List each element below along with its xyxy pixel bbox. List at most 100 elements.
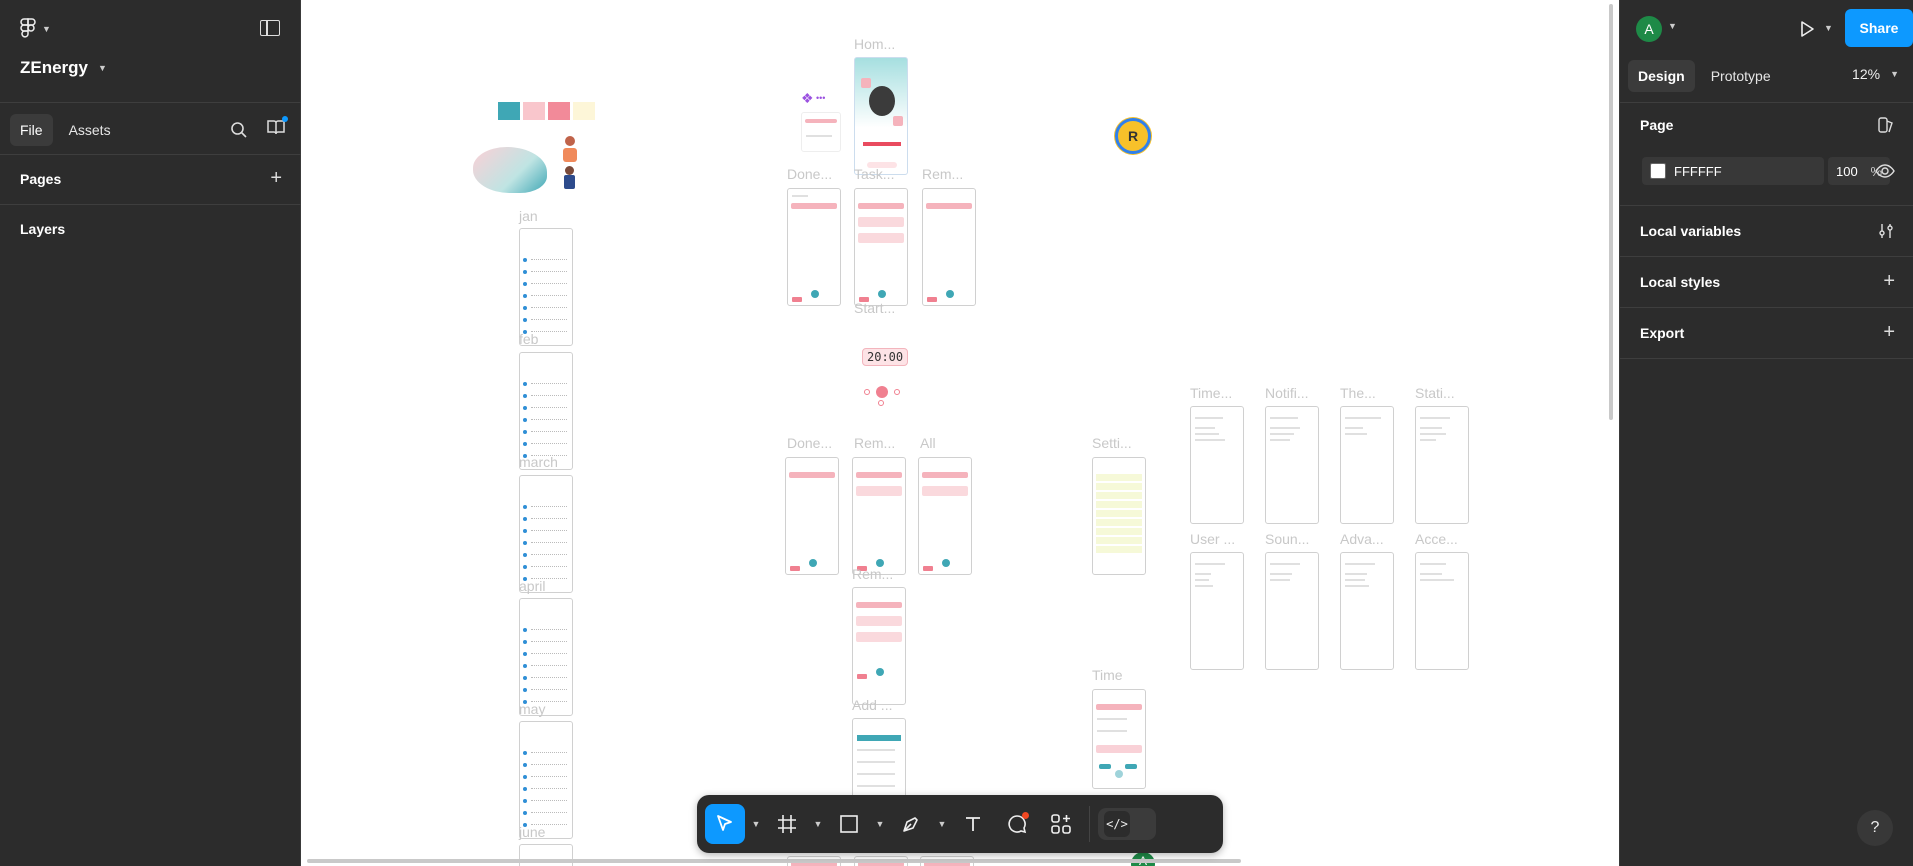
eye-visibility-icon[interactable] (1875, 163, 1895, 179)
reminder-frame[interactable] (922, 188, 976, 306)
reminder-frame-2[interactable] (852, 457, 906, 575)
start-frame[interactable]: 20:00 (854, 322, 909, 412)
frame-label-statistics[interactable]: Stati... (1415, 385, 1455, 401)
library-button[interactable] (266, 116, 288, 141)
frame-label-start[interactable]: Start... (854, 300, 895, 316)
move-tool-button[interactable] (705, 804, 745, 844)
collaborator-avatar-r[interactable]: R (1115, 118, 1151, 154)
all-tasks-frame[interactable] (918, 457, 972, 575)
pen-tool-button[interactable] (891, 804, 931, 844)
reminder-frame-3[interactable] (852, 587, 906, 705)
page-styles-icon[interactable] (1877, 116, 1895, 134)
calendar-march-frame[interactable] (519, 475, 573, 593)
user-frame[interactable] (1190, 552, 1244, 670)
frame-label-april[interactable]: april (519, 578, 545, 594)
page-color-field[interactable]: FFFFFF (1642, 157, 1824, 185)
frame-label-theme[interactable]: The... (1340, 385, 1376, 401)
local-variables-title[interactable]: Local variables (1640, 223, 1741, 239)
color-swatch[interactable] (498, 102, 520, 120)
advanced-frame[interactable] (1340, 552, 1394, 670)
theme-frame[interactable] (1340, 406, 1394, 524)
tab-prototype[interactable]: Prototype (1701, 60, 1781, 92)
tab-assets[interactable]: Assets (59, 114, 121, 146)
search-icon[interactable] (230, 121, 248, 139)
frame-label-sound[interactable]: Soun... (1265, 531, 1309, 547)
frame-label-accessibility[interactable]: Acce... (1415, 531, 1458, 547)
settings-frame[interactable] (1092, 457, 1146, 575)
frame-label-may[interactable]: may (519, 701, 545, 717)
color-chip[interactable] (1650, 163, 1666, 179)
frame-label-jan[interactable]: jan (519, 208, 538, 224)
frame-label-task[interactable]: Task... (854, 166, 894, 182)
frame-label-add[interactable]: Add ... (852, 697, 892, 713)
project-name-menu[interactable]: ZEnergy ▼ (20, 58, 107, 78)
actions-tool-button[interactable] (1041, 804, 1081, 844)
component-frame[interactable] (801, 112, 841, 152)
tab-file[interactable]: File (10, 114, 53, 146)
help-question-icon[interactable]: ? (1857, 810, 1893, 846)
design-canvas[interactable]: ❖ ••• Hom... Done... Task... Rem... Star… (301, 0, 1619, 866)
calendar-may-frame[interactable] (519, 721, 573, 839)
done-frame[interactable] (787, 188, 841, 306)
frame-label-march[interactable]: march (519, 454, 558, 470)
color-swatch[interactable] (573, 102, 595, 120)
color-swatch[interactable] (523, 102, 545, 120)
done-frame-2[interactable] (785, 457, 839, 575)
vertical-scrollbar[interactable] (1609, 4, 1613, 420)
add-style-plus-icon[interactable]: + (1883, 271, 1895, 291)
add-page-plus-icon[interactable]: + (270, 168, 282, 188)
frame-label-feb[interactable]: feb (519, 331, 538, 347)
frame-label-notifications[interactable]: Notifi... (1265, 385, 1309, 401)
chevron-down-icon[interactable]: ▼ (811, 819, 825, 829)
color-swatch[interactable] (548, 102, 570, 120)
tab-design[interactable]: Design (1628, 60, 1695, 92)
add-export-plus-icon[interactable]: + (1883, 322, 1895, 342)
task-frame[interactable] (854, 188, 908, 306)
frame-label-home[interactable]: Hom... (854, 36, 895, 52)
frame-label-time[interactable]: Time (1092, 667, 1123, 683)
share-button[interactable]: Share (1845, 9, 1913, 47)
component-icon[interactable]: ❖ (801, 90, 814, 107)
right-tabs: Design Prototype (1628, 60, 1781, 92)
text-tool-button[interactable] (953, 804, 993, 844)
character-illustration[interactable] (559, 134, 581, 190)
chevron-down-icon[interactable]: ▼ (1668, 21, 1677, 31)
frame-label-user[interactable]: User ... (1190, 531, 1235, 547)
frame-label-rem-3[interactable]: Rem... (852, 566, 893, 582)
frame-label-june[interactable]: june (519, 824, 545, 840)
chevron-down-icon[interactable]: ▼ (873, 819, 887, 829)
horizontal-scrollbar[interactable] (307, 859, 1241, 863)
calendar-feb-frame[interactable] (519, 352, 573, 470)
frame-label-done-2[interactable]: Done... (787, 435, 832, 451)
frame-tool-button[interactable] (767, 804, 807, 844)
sound-frame[interactable] (1265, 552, 1319, 670)
accessibility-frame[interactable] (1415, 552, 1469, 670)
chevron-down-icon[interactable]: ▼ (1824, 23, 1833, 33)
frame-label-rem-2[interactable]: Rem... (854, 435, 895, 451)
frame-label-done[interactable]: Done... (787, 166, 832, 182)
calendar-jan-frame[interactable] (519, 228, 573, 346)
home-frame[interactable] (854, 57, 908, 175)
frame-label-all[interactable]: All (920, 435, 936, 451)
calendar-april-frame[interactable] (519, 598, 573, 716)
notifications-frame[interactable] (1265, 406, 1319, 524)
zoom-dropdown[interactable]: 12% ▼ (1852, 66, 1899, 82)
comment-tool-button[interactable] (997, 804, 1037, 844)
dev-mode-toggle[interactable]: </> (1098, 808, 1156, 840)
main-menu-button[interactable]: ▼ (20, 18, 51, 40)
chevron-down-icon[interactable]: ▼ (935, 819, 949, 829)
frame-label-settings[interactable]: Setti... (1092, 435, 1132, 451)
shape-tool-button[interactable] (829, 804, 869, 844)
time-frame[interactable] (1092, 689, 1146, 789)
variables-sliders-icon[interactable] (1877, 222, 1895, 240)
chevron-down-icon[interactable]: ▼ (749, 819, 763, 829)
frame-label-time-settings[interactable]: Time... (1190, 385, 1232, 401)
present-play-icon[interactable] (1798, 20, 1816, 38)
sidebar-toggle-icon[interactable] (260, 20, 280, 36)
gradient-blob-image[interactable] (473, 147, 547, 193)
frame-label-rem[interactable]: Rem... (922, 166, 963, 182)
frame-label-advanced[interactable]: Adva... (1340, 531, 1384, 547)
time-settings-frame[interactable] (1190, 406, 1244, 524)
statistics-frame[interactable] (1415, 406, 1469, 524)
user-avatar[interactable]: A (1636, 16, 1662, 42)
